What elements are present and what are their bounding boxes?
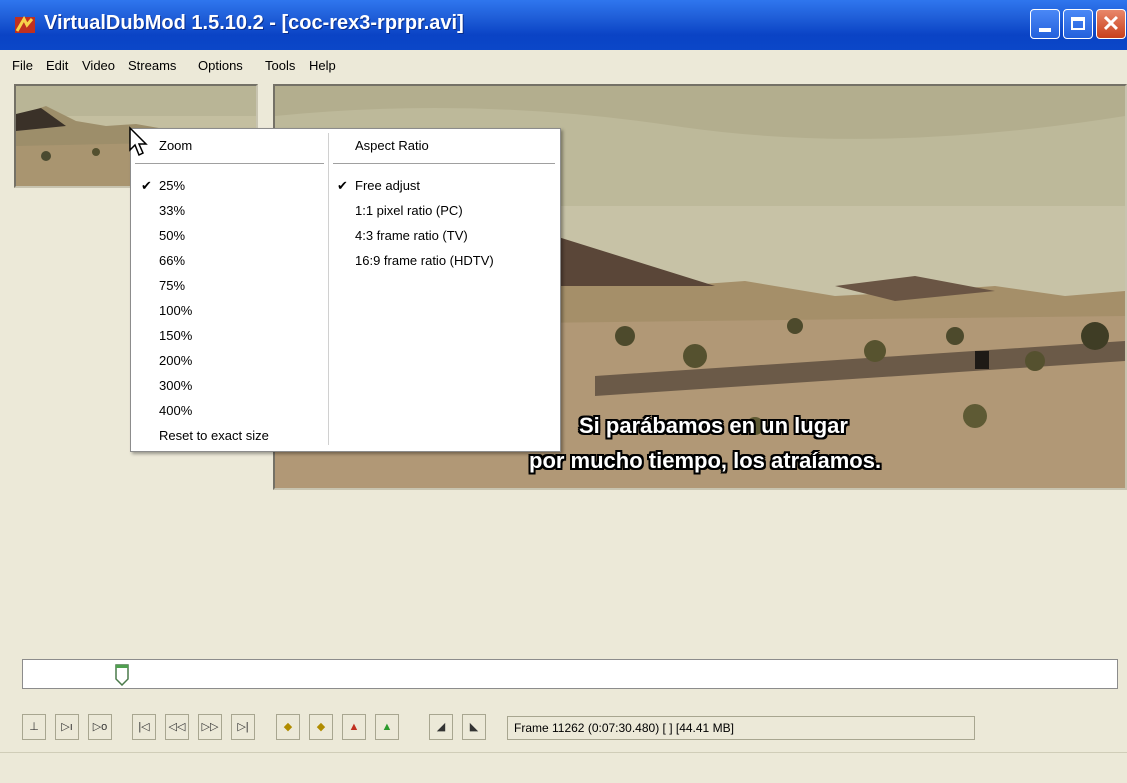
aspect-16-9-frame[interactable]: 16:9 frame ratio (HDTV) <box>355 253 494 268</box>
menu-edit[interactable]: Edit <box>46 58 68 73</box>
subtitle-line-1: Si parábamos en un lugar <box>579 413 848 438</box>
maximize-button[interactable] <box>1063 9 1093 39</box>
prev-keyframe-icon: ◆ <box>283 721 293 733</box>
timeline-track[interactable] <box>22 659 1118 689</box>
menu-video[interactable]: Video <box>82 58 115 73</box>
menu-help[interactable]: Help <box>309 58 336 73</box>
aspect-1-1-pixel[interactable]: 1:1 pixel ratio (PC) <box>355 203 463 218</box>
zoom-300[interactable]: 300% <box>159 378 192 393</box>
play-output-icon: ▷o <box>92 721 108 733</box>
next-keyframe-icon: ◆ <box>316 721 326 733</box>
menu-options[interactable]: Options <box>198 58 243 73</box>
minimize-icon <box>1039 28 1051 32</box>
scene-back-icon: ▲ <box>348 721 360 733</box>
zoom-75[interactable]: 75% <box>159 278 185 293</box>
mouse-cursor-icon <box>129 126 148 157</box>
zoom-header: Zoom <box>159 138 193 153</box>
title-bar[interactable]: VirtualDubMod 1.5.10.2 - [coc-rex3-rprpr… <box>0 0 1127 50</box>
aspect-header-separator <box>333 163 555 164</box>
go-to-end-button[interactable]: ▷| <box>231 714 255 740</box>
zoom-100[interactable]: 100% <box>159 303 192 318</box>
frame-status-box: Frame 11262 (0:07:30.480) [ ] [44.41 MB] <box>507 716 975 740</box>
zoom-200[interactable]: 200% <box>159 353 192 368</box>
go-to-start-button[interactable]: |◁ <box>132 714 156 740</box>
aspect-4-3-frame[interactable]: 4:3 frame ratio (TV) <box>355 228 468 243</box>
menu-bar: File Edit Video Streams Options Tools He… <box>0 50 1127 82</box>
maximize-icon <box>1071 17 1085 30</box>
mark-in-button[interactable]: ◢ <box>429 714 453 740</box>
mark-out-button[interactable]: ◣ <box>462 714 486 740</box>
frame-status-text: Frame 11262 (0:07:30.480) [ ] [44.41 MB] <box>514 721 734 735</box>
step-back-button[interactable]: ◁◁ <box>165 714 189 740</box>
zoom-check-icon: ✔ <box>141 178 152 193</box>
menu-column-separator <box>328 133 329 445</box>
zoom-400[interactable]: 400% <box>159 403 192 418</box>
go-to-start-icon: |◁ <box>138 721 150 733</box>
aspect-check-icon: ✔ <box>337 178 348 193</box>
step-forward-icon: ▷▷ <box>201 721 219 733</box>
zoom-header-separator <box>135 163 324 164</box>
close-button[interactable]: ✕ <box>1096 9 1126 39</box>
subtitle-line-2: por mucho tiempo, los atraíamos. <box>529 448 882 473</box>
play-output-button[interactable]: ▷o <box>88 714 112 740</box>
scene-forward-button[interactable]: ▲ <box>375 714 399 740</box>
play-input-button[interactable]: ▷ı <box>55 714 79 740</box>
zoom-25[interactable]: 25% <box>159 178 185 193</box>
stop-button[interactable]: ⊥ <box>22 714 46 740</box>
minimize-button[interactable] <box>1030 9 1060 39</box>
prev-keyframe-button[interactable]: ◆ <box>276 714 300 740</box>
close-icon: ✕ <box>1101 11 1121 36</box>
play-input-icon: ▷ı <box>61 721 73 733</box>
menu-file[interactable]: File <box>12 58 33 73</box>
zoom-50[interactable]: 50% <box>159 228 185 243</box>
next-keyframe-button[interactable]: ◆ <box>309 714 333 740</box>
step-forward-button[interactable]: ▷▷ <box>198 714 222 740</box>
aspect-ratio-header: Aspect Ratio <box>355 138 429 153</box>
pane-context-menu: Zoom Aspect Ratio ✔ 25% 33% 50% 66% 75% … <box>130 128 561 452</box>
aspect-free-adjust[interactable]: Free adjust <box>355 178 420 193</box>
stop-icon: ⊥ <box>29 721 39 733</box>
menu-tools[interactable]: Tools <box>265 58 295 73</box>
mark-in-icon: ◢ <box>436 721 446 733</box>
app-icon <box>15 15 35 33</box>
mark-out-icon: ◣ <box>469 721 479 733</box>
go-to-end-icon: ▷| <box>237 721 249 733</box>
menu-streams[interactable]: Streams <box>128 58 176 73</box>
zoom-33[interactable]: 33% <box>159 203 185 218</box>
zoom-150[interactable]: 150% <box>159 328 192 343</box>
status-bar <box>0 752 1127 783</box>
scene-back-button[interactable]: ▲ <box>342 714 366 740</box>
window-title: VirtualDubMod 1.5.10.2 - [coc-rex3-rprpr… <box>44 12 464 34</box>
zoom-66[interactable]: 66% <box>159 253 185 268</box>
zoom-reset-exact-size[interactable]: Reset to exact size <box>159 428 269 443</box>
timeline-thumb[interactable] <box>115 664 129 686</box>
scene-forward-icon: ▲ <box>381 721 393 733</box>
step-back-icon: ◁◁ <box>168 721 186 733</box>
